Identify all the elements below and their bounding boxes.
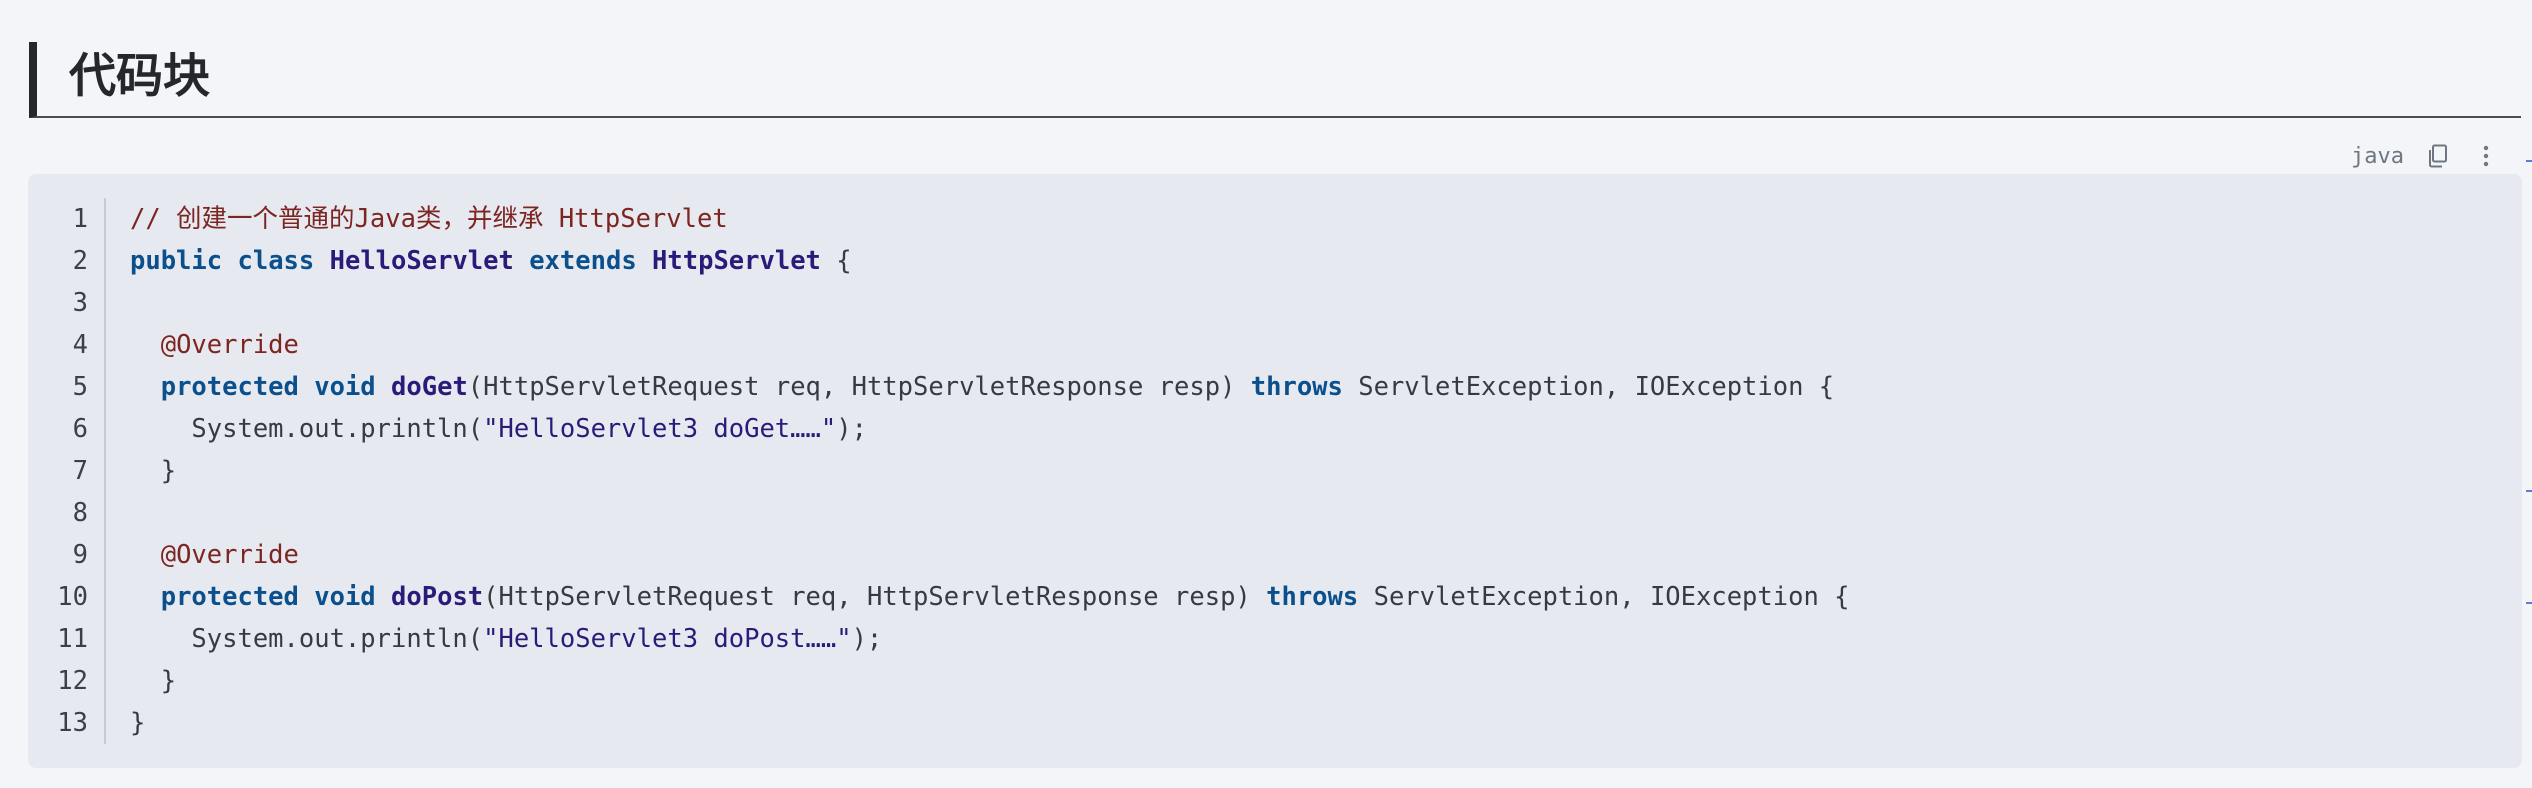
- code-token: }: [130, 456, 177, 486]
- line-number: 6: [28, 408, 106, 450]
- copy-icon[interactable]: [2424, 142, 2452, 170]
- code-line: 12 }: [28, 660, 2522, 702]
- code-token: // 创建一个普通的Java类，并继承 HttpServlet: [130, 204, 728, 234]
- code-token: System.out.println(: [130, 414, 484, 444]
- code-line: 5 protected void doGet(HttpServletReques…: [28, 366, 2522, 408]
- edge-marker: [2526, 602, 2532, 604]
- line-number: 12: [28, 660, 106, 702]
- code-token: ServletException, IOException {: [1358, 582, 1850, 612]
- line-number: 4: [28, 324, 106, 366]
- line-number: 11: [28, 618, 106, 660]
- code-line-text: protected void doGet(HttpServletRequest …: [106, 366, 1834, 408]
- code-token: ServletException, IOException {: [1342, 372, 1835, 402]
- line-number: 13: [28, 702, 106, 744]
- code-token: class: [237, 246, 315, 276]
- code-language-label: java: [2351, 143, 2404, 169]
- code-line-text: public class HelloServlet extends HttpSe…: [106, 240, 852, 282]
- code-token: "HelloServlet3 doPost……": [483, 624, 852, 654]
- code-token: extends: [529, 246, 637, 276]
- code-line: 6 System.out.println("HelloServlet3 doGe…: [28, 408, 2522, 450]
- code-line: 8: [28, 492, 2522, 534]
- code-token: HttpServlet: [652, 246, 821, 276]
- code-line-text: @Override: [106, 324, 299, 366]
- code-token: protected: [160, 582, 299, 612]
- code-line: 11 System.out.println("HelloServlet3 doP…: [28, 618, 2522, 660]
- code-line-text: }: [106, 450, 176, 492]
- code-line: 7 }: [28, 450, 2522, 492]
- line-number: 9: [28, 534, 106, 576]
- code-line: 9 @Override: [28, 534, 2522, 576]
- code-line: 2 public class HelloServlet extends HttpS…: [28, 240, 2522, 282]
- code-token: protected: [160, 372, 299, 402]
- code-token: @Override: [160, 540, 299, 570]
- code-line-text: }: [106, 702, 145, 744]
- code-line: 3: [28, 282, 2522, 324]
- more-vertical-icon[interactable]: [2472, 142, 2500, 170]
- code-line-text: System.out.println("HelloServlet3 doPost…: [106, 618, 882, 660]
- code-toolbar: java: [2351, 140, 2500, 172]
- code-token: throws: [1266, 582, 1359, 612]
- code-token: );: [851, 624, 883, 654]
- line-number: 5: [28, 366, 106, 408]
- code-token: "HelloServlet3 doGet……": [483, 414, 837, 444]
- code-line: 10 protected void doPost(HttpServletRequ…: [28, 576, 2522, 618]
- section-heading: 代码块: [29, 42, 2521, 118]
- code-line-text: // 创建一个普通的Java类，并继承 HttpServlet: [106, 198, 728, 240]
- code-token: throws: [1250, 372, 1343, 402]
- code-token: void: [314, 582, 376, 612]
- line-number: 2: [28, 240, 106, 282]
- line-number: 8: [28, 492, 106, 534]
- code-line: 13}: [28, 702, 2522, 744]
- code-token: (HttpServletRequest req, HttpServletResp…: [483, 582, 1267, 612]
- code-token: doGet: [391, 372, 468, 402]
- code-line: 1 // 创建一个普通的Java类，并继承 HttpServlet: [28, 198, 2522, 240]
- code-token: void: [314, 372, 376, 402]
- code-token: doPost: [391, 582, 484, 612]
- code-line: 4 @Override: [28, 324, 2522, 366]
- code-token: @Override: [160, 330, 299, 360]
- code-line-text: protected void doPost(HttpServletRequest…: [106, 576, 1850, 618]
- code-token: HelloServlet: [329, 246, 514, 276]
- line-number: 10: [28, 576, 106, 618]
- page-title: 代码块: [69, 49, 210, 104]
- edge-marker: [2526, 160, 2532, 162]
- line-number: 7: [28, 450, 106, 492]
- code-token: }: [130, 708, 146, 738]
- code-line-text: System.out.println("HelloServlet3 doGet……: [106, 408, 867, 450]
- code-line-text: @Override: [106, 534, 299, 576]
- code-token: );: [836, 414, 867, 444]
- code-line-text: }: [106, 660, 176, 702]
- code-token: {: [820, 246, 852, 276]
- edge-marker: [2526, 490, 2532, 492]
- code-token: System.out.println(: [130, 624, 484, 654]
- code-token: public: [130, 246, 223, 276]
- line-number: 3: [28, 282, 106, 324]
- code-block[interactable]: 1 // 创建一个普通的Java类，并继承 HttpServlet 2 public …: [28, 174, 2522, 768]
- code-token: (HttpServletRequest req, HttpServletResp…: [467, 372, 1251, 402]
- line-number: 1: [28, 198, 106, 240]
- code-token: }: [130, 666, 177, 696]
- code-lines[interactable]: 1 // 创建一个普通的Java类，并继承 HttpServlet 2 public …: [28, 198, 2522, 744]
